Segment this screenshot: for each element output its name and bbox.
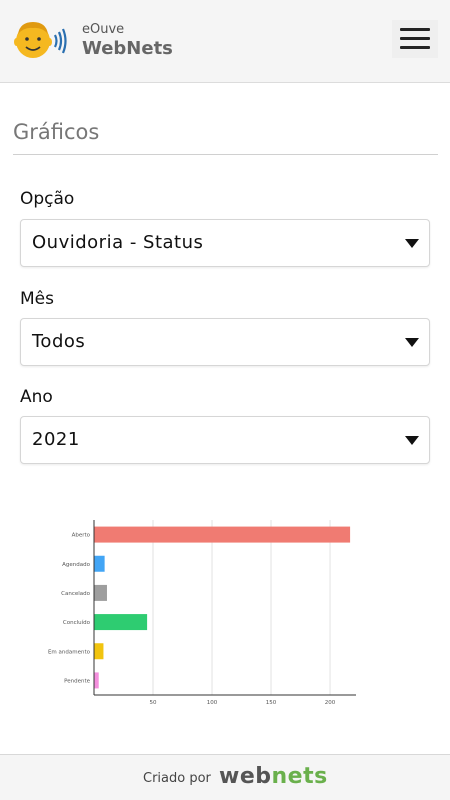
chart-category-label: Concluído bbox=[63, 619, 91, 626]
chart-x-tick-label: 50 bbox=[150, 700, 157, 706]
brand-small-text: eOuve bbox=[82, 22, 125, 37]
chart-bar bbox=[94, 614, 148, 631]
opcao-selected-value: Ouvidoria - Status bbox=[32, 232, 204, 253]
chart-bar bbox=[94, 584, 107, 601]
menu-bar-icon bbox=[400, 37, 430, 40]
brand-name: WebNets bbox=[82, 38, 173, 59]
app-footer: Criado por webnets bbox=[0, 754, 450, 800]
chart-category-label: Cancelado bbox=[61, 591, 90, 597]
dropdown-arrow-icon bbox=[405, 338, 419, 347]
footer-brand-nets: nets bbox=[271, 764, 328, 789]
chart-x-tick-label: 200 bbox=[325, 700, 336, 706]
title-divider bbox=[13, 154, 438, 155]
page-title: Gráficos bbox=[13, 120, 100, 144]
chart-category-label: Em andamento bbox=[48, 649, 91, 655]
chart-category-label: Pendente bbox=[64, 678, 91, 684]
chart-category-label: Aberto bbox=[72, 533, 91, 539]
menu-bar-icon bbox=[400, 28, 430, 31]
chart-bar bbox=[94, 672, 99, 689]
mes-label: Mês bbox=[20, 289, 54, 309]
chart-bar bbox=[94, 555, 105, 572]
ano-selected-value: 2021 bbox=[32, 429, 80, 450]
hamburger-menu-button[interactable] bbox=[392, 20, 438, 58]
chart-x-tick-label: 150 bbox=[266, 700, 277, 706]
webnets-logo[interactable]: webnets bbox=[219, 764, 328, 789]
footer-brand-web: web bbox=[219, 764, 272, 789]
opcao-select[interactable]: Ouvidoria - Status bbox=[20, 219, 430, 267]
chart-svg: 50 100 150 200 Aberto Agendado Cancelado Conclu… bbox=[48, 520, 356, 706]
chart-bar bbox=[94, 526, 351, 543]
opcao-label: Opção bbox=[20, 189, 75, 209]
chart-x-tick-label: 100 bbox=[207, 700, 218, 706]
dropdown-arrow-icon bbox=[405, 239, 419, 248]
mes-selected-value: Todos bbox=[32, 331, 86, 352]
mes-select[interactable]: Todos bbox=[20, 318, 430, 366]
ano-select[interactable]: 2021 bbox=[20, 416, 430, 464]
footer-label: Criado por bbox=[143, 771, 211, 786]
app-header: eOuve WebNets bbox=[0, 0, 450, 83]
eouve-logo-icon[interactable] bbox=[14, 18, 70, 64]
dropdown-arrow-icon bbox=[405, 436, 419, 445]
ano-label: Ano bbox=[20, 387, 53, 407]
chart-bar bbox=[94, 643, 104, 660]
status-bar-chart: 50 100 150 200 Aberto Agendado Cancelado Conclu… bbox=[40, 515, 370, 715]
chart-category-label: Agendado bbox=[62, 562, 90, 568]
menu-bar-icon bbox=[400, 46, 430, 49]
